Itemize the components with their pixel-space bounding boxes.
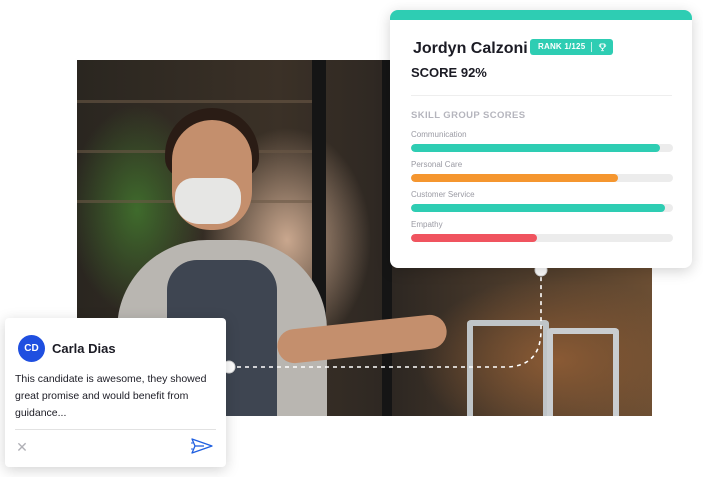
skill-row-personal-care: Personal Care bbox=[411, 160, 673, 182]
candidate-name: Jordyn Calzoni bbox=[413, 40, 528, 57]
skill-row-empathy: Empathy bbox=[411, 220, 673, 242]
avatar: CD bbox=[18, 335, 45, 362]
skill-row-customer-service: Customer Service bbox=[411, 190, 673, 212]
skill-label: Personal Care bbox=[411, 160, 463, 169]
skill-track bbox=[411, 234, 673, 242]
skill-track bbox=[411, 144, 673, 152]
skill-label: Empathy bbox=[411, 220, 443, 229]
skill-label: Communication bbox=[411, 130, 467, 139]
skill-bar-fill bbox=[411, 174, 618, 182]
shelf bbox=[77, 100, 317, 103]
skill-track bbox=[411, 174, 673, 182]
send-icon[interactable] bbox=[191, 438, 213, 454]
candidate-score-card: Jordyn Calzoni RANK 1/125 SCORE 92% SKIL… bbox=[390, 10, 692, 268]
overall-score: SCORE 92% bbox=[411, 65, 487, 80]
bar-stool bbox=[467, 320, 549, 416]
face-mask bbox=[175, 178, 241, 224]
divider bbox=[411, 95, 672, 96]
trophy-icon bbox=[599, 42, 607, 51]
section-title: SKILL GROUP SCORES bbox=[411, 110, 526, 121]
skill-row-communication: Communication bbox=[411, 130, 673, 152]
skill-bar-fill bbox=[411, 144, 660, 152]
rank-label: RANK 1/125 bbox=[538, 42, 586, 51]
divider bbox=[15, 429, 216, 430]
card-accent-bar bbox=[390, 10, 692, 20]
bar-stool bbox=[547, 328, 619, 416]
badge-separator bbox=[591, 42, 593, 52]
skill-bar-fill bbox=[411, 234, 537, 242]
skill-bar-fill bbox=[411, 204, 666, 212]
skill-track bbox=[411, 204, 673, 212]
skill-label: Customer Service bbox=[411, 190, 475, 199]
rank-badge: RANK 1/125 bbox=[530, 39, 614, 55]
close-icon[interactable]: ✕ bbox=[15, 440, 29, 454]
comment-author: Carla Dias bbox=[52, 341, 116, 356]
comment-card: CD Carla Dias This candidate is awesome,… bbox=[5, 318, 226, 467]
comment-text: This candidate is awesome, they showed g… bbox=[15, 373, 207, 419]
